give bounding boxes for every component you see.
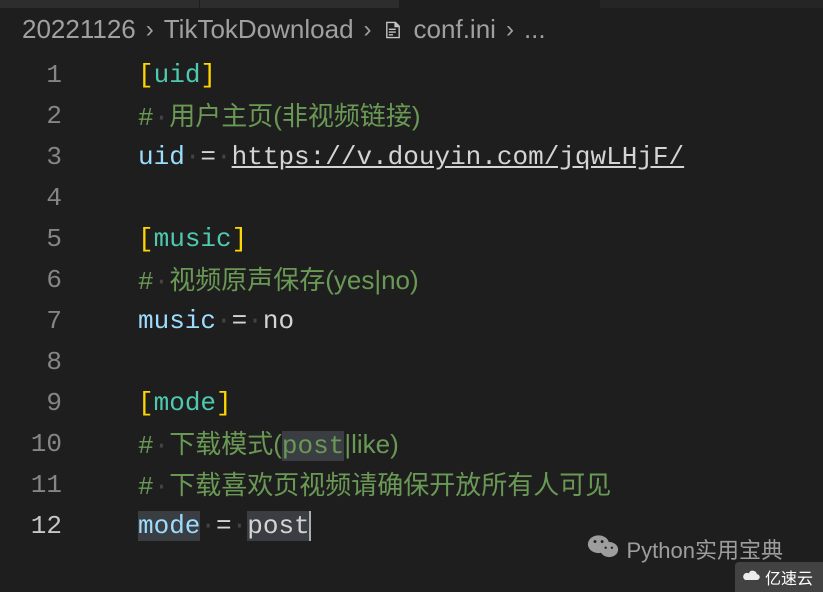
code-content[interactable]: [uid] #·用户主页(非视频链接) uid·=·https://v.douy…	[90, 55, 823, 547]
highlighted-word: post	[282, 431, 344, 461]
code-line[interactable]: #·下载模式(post|like)	[138, 424, 823, 465]
ini-value-url: https://v.douyin.com/jqwLHjF/	[232, 142, 684, 172]
chevron-right-icon: ›	[364, 16, 372, 44]
code-line[interactable]: [music]	[138, 219, 823, 260]
breadcrumb-folder[interactable]: TikTokDownload	[164, 14, 354, 45]
code-line[interactable]: uid·=·https://v.douyin.com/jqwLHjF/	[138, 137, 823, 178]
whitespace-dot: ·	[200, 511, 216, 541]
watermark-text: Python实用宝典	[627, 533, 784, 565]
ini-value: no	[263, 306, 294, 336]
line-number: 6	[0, 260, 62, 301]
ini-value: post	[247, 511, 309, 541]
line-number: 5	[0, 219, 62, 260]
section-name: music	[154, 224, 232, 254]
code-line-empty[interactable]	[138, 178, 823, 219]
comment-hash: #	[138, 472, 154, 502]
code-line-empty[interactable]	[138, 342, 823, 383]
section-name: mode	[154, 388, 216, 418]
tab-inactive-1[interactable]	[0, 0, 200, 8]
comment-text: 视频原声保存(yes|no)	[169, 265, 418, 295]
wechat-icon	[587, 532, 619, 566]
bracket-close: ]	[232, 224, 248, 254]
chevron-right-icon: ›	[506, 16, 514, 44]
equals: =	[200, 142, 216, 172]
breadcrumb[interactable]: 20221126 › TikTokDownload › conf.ini › .…	[0, 8, 823, 55]
whitespace-dot: ·	[154, 267, 170, 297]
whitespace-dot: ·	[216, 142, 232, 172]
breadcrumb-file[interactable]: conf.ini	[414, 14, 496, 45]
line-number: 3	[0, 137, 62, 178]
tab-active[interactable]	[400, 0, 600, 8]
line-number: 9	[0, 383, 62, 424]
tab-bar	[0, 0, 823, 8]
comment-text: 用户主页(非视频链接)	[169, 101, 420, 131]
whitespace-dot: ·	[154, 431, 170, 461]
equals: =	[232, 306, 248, 336]
bracket-open: [	[138, 224, 154, 254]
site-watermark: 亿速云	[735, 562, 823, 592]
tab-inactive-2[interactable]	[200, 0, 400, 8]
code-line[interactable]: music·=·no	[138, 301, 823, 342]
line-number: 1	[0, 55, 62, 96]
line-number: 8	[0, 342, 62, 383]
line-number-gutter: 1 2 3 4 5 6 7 8 9 10 11 12	[0, 55, 90, 547]
breadcrumb-root[interactable]: 20221126	[22, 14, 136, 45]
file-icon	[382, 19, 404, 41]
line-number: 10	[0, 424, 62, 465]
whitespace-dot: ·	[154, 472, 170, 502]
cloud-icon	[741, 568, 761, 587]
code-line[interactable]: [uid]	[138, 55, 823, 96]
whitespace-dot: ·	[216, 306, 232, 336]
wechat-watermark: Python实用宝典	[587, 532, 784, 566]
code-line[interactable]: #·下载喜欢页视频请确保开放所有人可见	[138, 465, 823, 506]
line-number: 4	[0, 178, 62, 219]
line-number: 11	[0, 465, 62, 506]
comment-hash: #	[138, 431, 154, 461]
code-line[interactable]: #·用户主页(非视频链接)	[138, 96, 823, 137]
whitespace-dot: ·	[247, 306, 263, 336]
bracket-close: ]	[216, 388, 232, 418]
ini-key: uid	[138, 142, 185, 172]
whitespace-dot: ·	[232, 511, 248, 541]
code-line[interactable]: #·视频原声保存(yes|no)	[138, 260, 823, 301]
code-line[interactable]: [mode]	[138, 383, 823, 424]
bracket-open: [	[138, 60, 154, 90]
comment-text: 下载喜欢页视频请确保开放所有人可见	[169, 470, 611, 500]
whitespace-dot: ·	[185, 142, 201, 172]
bracket-open: [	[138, 388, 154, 418]
comment-text: |like)	[344, 429, 398, 459]
line-number: 2	[0, 96, 62, 137]
text-cursor	[309, 511, 311, 541]
chevron-right-icon: ›	[146, 16, 154, 44]
equals: =	[216, 511, 232, 541]
ini-key: music	[138, 306, 216, 336]
section-name: uid	[154, 60, 201, 90]
comment-hash: #	[138, 103, 154, 133]
bracket-close: ]	[200, 60, 216, 90]
code-editor[interactable]: 1 2 3 4 5 6 7 8 9 10 11 12 [uid] #·用户主页(…	[0, 55, 823, 547]
ini-key: mode	[138, 511, 200, 541]
whitespace-dot: ·	[154, 103, 170, 133]
line-number: 12	[0, 506, 62, 547]
site-watermark-text: 亿速云	[765, 565, 813, 589]
breadcrumb-tail[interactable]: ...	[524, 14, 546, 45]
line-number: 7	[0, 301, 62, 342]
comment-text: 下载模式(	[169, 429, 282, 459]
comment-hash: #	[138, 267, 154, 297]
